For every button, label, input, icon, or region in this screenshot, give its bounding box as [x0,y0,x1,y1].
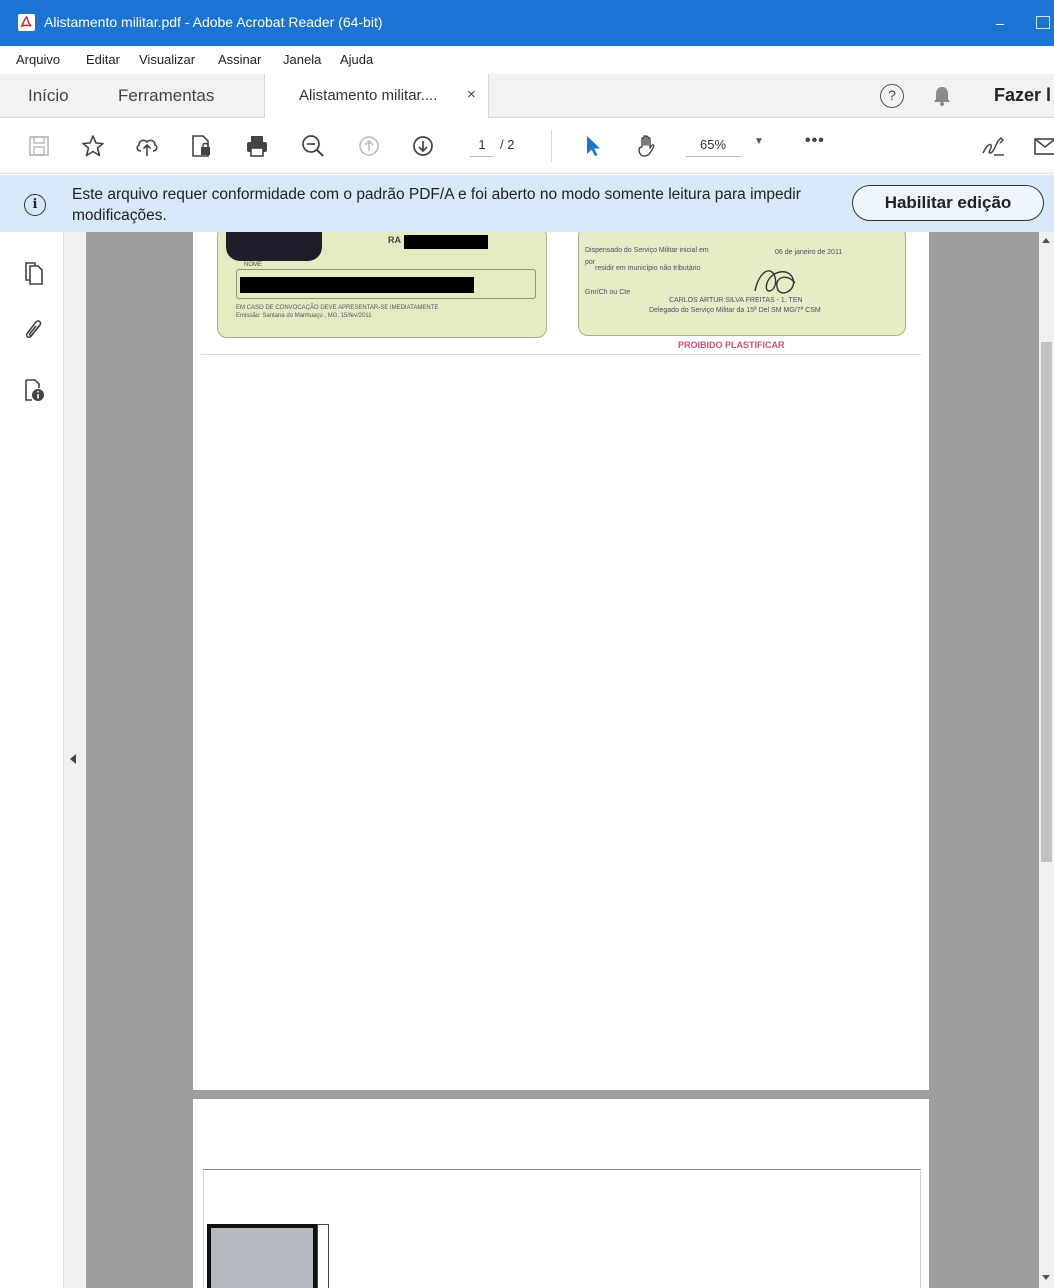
page-down-icon[interactable] [410,133,436,159]
photo-edge-strip [317,1224,329,1288]
commander-label: Gnr/Ch ou Cte [585,289,631,296]
title-bar: Alistamento militar.pdf - Adobe Acrobat … [0,0,1054,46]
sign-icon[interactable] [980,133,1006,159]
military-card-front: RA NOME EM CASO DE CONVOCAÇÃO DEVE APRES… [217,232,547,338]
tab-ferramentas[interactable]: Ferramentas [118,86,214,106]
pdfa-info-banner: i Este arquivo requer conformidade com o… [0,175,1054,232]
card-convocation-text: EM CASO DE CONVOCAÇÃO DEVE APRESENTAR-SE… [236,305,439,311]
prohibited-stamp: PROIBIDO PLASTIFICAR [678,340,785,350]
card-issue-text: Emissão: Santana do Manhuaçu , MG, 15/fe… [236,313,372,319]
file-info-icon[interactable] [22,376,46,404]
military-card-back: Dispensado do Serviço Militar inicial em… [578,232,906,336]
card-photo [226,232,322,261]
menu-visualizar[interactable]: Visualizar [139,52,195,67]
toolbar: 1 / 2 65% ▼ ••• [0,118,1054,174]
pdf-page-2 [193,1099,929,1288]
attachment-icon[interactable] [22,316,46,344]
scroll-up-icon[interactable] [1042,238,1050,243]
cloud-upload-icon[interactable] [134,133,160,159]
scan-edge-line [201,354,921,355]
menu-janela[interactable]: Janela [283,52,321,67]
dispensed-date: 06 de janeiro de 2011 [775,249,843,256]
window-title: Alistamento militar.pdf - Adobe Acrobat … [44,14,383,30]
menu-arquivo[interactable]: Arquivo [16,52,60,67]
signature-scribble [754,270,796,294]
scan-top-border [203,1169,921,1170]
left-navigation-panel [0,232,64,1288]
bell-icon[interactable] [932,85,952,112]
scroll-thumb[interactable] [1041,342,1052,862]
redaction-nome [240,277,474,293]
file-protect-icon[interactable] [188,133,214,159]
zoom-out-icon[interactable] [300,133,326,159]
scroll-down-icon[interactable] [1042,1275,1050,1280]
chevron-down-icon[interactable]: ▼ [754,136,764,147]
share-icon[interactable] [1032,133,1054,159]
acrobat-app-icon [18,14,35,31]
hand-tool-icon[interactable] [634,133,660,159]
vertical-scrollbar[interactable] [1039,232,1054,1288]
bookmark-star-icon[interactable] [80,133,106,159]
save-icon[interactable] [26,133,52,159]
menu-bar: Arquivo Editar Visualizar Assinar Janela… [0,46,1054,74]
reason-text: residir em município não tributário [595,265,701,272]
por-text: por [585,259,596,266]
collapse-panel-icon[interactable] [70,754,76,764]
tab-close-icon[interactable]: × [467,86,476,103]
menu-assinar[interactable]: Assinar [218,52,261,67]
zoom-level-input[interactable]: 65% [686,133,742,157]
more-icon[interactable]: ••• [805,132,825,150]
panel-collapse-strip[interactable] [64,232,86,1288]
pages-icon[interactable] [22,260,46,288]
scanned-photo [207,1224,317,1288]
help-icon[interactable]: ? [880,84,904,108]
pdf-page-1: RA NOME EM CASO DE CONVOCAÇÃO DEVE APRES… [193,232,929,1090]
enable-editing-button[interactable]: Habilitar edição [852,185,1044,221]
menu-ajuda[interactable]: Ajuda [340,52,373,67]
signer-role: Delegado do Serviço Militar da 15ª Del S… [649,307,821,314]
page-total: / 2 [500,137,515,152]
toolbar-divider [551,130,552,162]
tab-inicio[interactable]: Início [28,86,69,106]
menu-editar[interactable]: Editar [86,52,120,67]
document-viewport[interactable]: RA NOME EM CASO DE CONVOCAÇÃO DEVE APRES… [86,232,1039,1288]
info-icon: i [24,194,46,216]
select-cursor-icon[interactable] [580,133,606,159]
tab-document-label: Alistamento militar.... [299,87,438,104]
tab-document[interactable]: Alistamento militar.... × [264,74,489,118]
dispensed-text: Dispensado do Serviço Militar inicial em [585,247,709,254]
tab-bar: Início Ferramentas Alistamento militar..… [0,74,1054,118]
redaction-ra [404,235,488,249]
page-up-icon[interactable] [356,133,382,159]
banner-message: Este arquivo requer conformidade com o p… [72,186,801,224]
print-icon[interactable] [244,133,270,159]
minimize-button[interactable]: – [985,12,1015,34]
nome-label: NOME [242,262,264,268]
ra-label: RA [388,235,401,245]
sign-in-link[interactable]: Fazer l [994,85,1051,106]
page-number-input[interactable]: 1 [470,133,494,157]
maximize-button[interactable] [1036,16,1050,29]
